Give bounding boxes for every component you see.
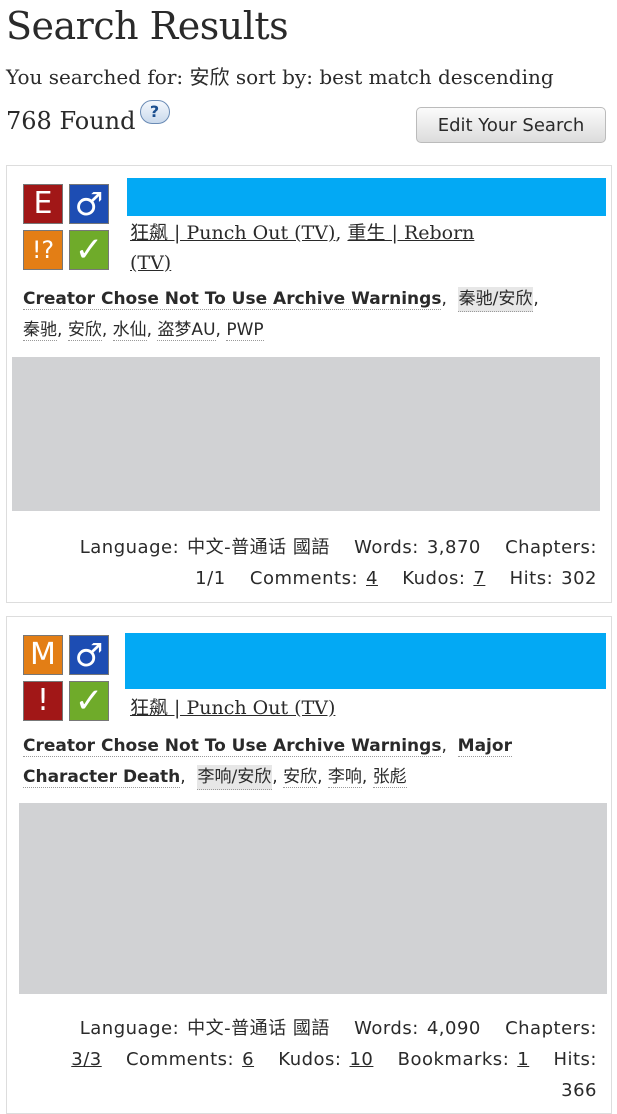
hits-value: 302 <box>561 568 597 589</box>
freeform-tag[interactable]: 秦驰 <box>23 320 57 341</box>
chapters-label: Chapters: <box>505 537 597 558</box>
bookmarks-link[interactable]: 1 <box>517 1049 529 1070</box>
fandom-list: 狂飙 | Punch Out (TV) <box>130 693 490 723</box>
kudos-link[interactable]: 10 <box>349 1049 373 1070</box>
freeform-tag[interactable]: 张彪 <box>372 767 407 788</box>
rating-mature-icon[interactable]: M <box>23 635 63 675</box>
help-icon[interactable]: ? <box>139 100 170 124</box>
complete-work-icon[interactable]: ✓ <box>69 230 109 270</box>
work-stats: Language: 中文-普通话 國語 Words: 3,870 Chapters:… <box>15 532 597 594</box>
comments-label: Comments: <box>249 568 359 589</box>
work-item: E ♂ !? ✓ 狂飙 | Punch Out (TV), 重生 | Rebor… <box>6 165 612 603</box>
language-label: Language: <box>79 537 180 558</box>
freeform-tag[interactable]: 安欣 <box>283 767 318 788</box>
warning-choose-not-icon[interactable]: !? <box>23 230 63 270</box>
freeform-tag[interactable]: 安欣 <box>67 320 102 341</box>
freeform-tag[interactable]: PWP <box>226 320 264 341</box>
rating-explicit-icon[interactable]: E <box>23 184 63 224</box>
hits-label: Hits: <box>553 1049 597 1070</box>
language-value: 中文-普通话 國語 <box>187 1018 330 1039</box>
warning-tag[interactable]: Major <box>457 736 512 757</box>
relationship-tag[interactable]: 李响/安欣 <box>196 765 273 790</box>
comments-link[interactable]: 6 <box>242 1049 254 1070</box>
freeform-tag[interactable]: 李响 <box>327 767 362 788</box>
words-value: 4,090 <box>426 1018 481 1039</box>
comments-link[interactable]: 4 <box>366 568 378 589</box>
category-mm-icon[interactable]: ♂ <box>69 184 109 224</box>
results-count: 768 Found? <box>6 100 170 135</box>
page-title: Search Results <box>6 4 289 48</box>
words-label: Words: <box>354 1018 419 1039</box>
warning-tag[interactable]: Creator Chose Not To Use Archive Warning… <box>23 736 442 757</box>
results-count-text: 768 Found <box>6 107 136 135</box>
words-label: Words: <box>354 537 419 558</box>
kudos-label: Kudos: <box>402 568 466 589</box>
bookmarks-label: Bookmarks: <box>397 1049 510 1070</box>
chapters-label: Chapters: <box>505 1018 597 1039</box>
complete-work-icon[interactable]: ✓ <box>69 681 109 721</box>
freeform-tag[interactable]: 水仙 <box>112 320 147 341</box>
warning-tag[interactable]: Character Death <box>23 767 181 788</box>
fandom-link[interactable]: (TV) <box>130 252 171 274</box>
work-title-bar[interactable] <box>127 178 606 216</box>
language-label: Language: <box>79 1018 180 1039</box>
warning-archive-icon[interactable]: ! <box>23 681 63 721</box>
work-stats: Language: 中文-普通话 國語 Words: 4,090 Chapters:… <box>15 1013 597 1106</box>
work-item: M ♂ ! ✓ 狂飙 | Punch Out (TV) Creator Chos… <box>6 616 612 1114</box>
summary-placeholder <box>19 803 607 994</box>
tag-list: Creator Chose Not To Use Archive Warning… <box>23 287 539 341</box>
chapters-link[interactable]: 3/3 <box>71 1049 101 1070</box>
category-mm-icon[interactable]: ♂ <box>69 635 109 675</box>
fandom-link[interactable]: 狂飙 | Punch Out (TV) <box>130 222 335 244</box>
kudos-label: Kudos: <box>278 1049 342 1070</box>
fandom-link[interactable]: 狂飙 | Punch Out (TV) <box>130 697 335 719</box>
hits-label: Hits: <box>509 568 554 589</box>
language-value: 中文-普通话 國語 <box>187 537 330 558</box>
tag-list: Creator Chose Not To Use Archive Warning… <box>23 731 603 793</box>
work-title-bar[interactable] <box>125 633 606 689</box>
edit-search-button[interactable]: Edit Your Search <box>416 107 606 143</box>
freeform-tag[interactable]: 盗梦AU <box>157 320 216 341</box>
fandom-link[interactable]: 重生 | Reborn <box>347 222 474 244</box>
words-value: 3,870 <box>426 537 481 558</box>
warning-tag[interactable]: Creator Chose Not To Use Archive Warning… <box>23 289 442 310</box>
chapters-value: 1/1 <box>195 568 226 589</box>
search-query-line: You searched for: 安欣 sort by: best match… <box>6 65 554 89</box>
summary-placeholder <box>12 357 600 511</box>
relationship-tag[interactable]: 秦驰/安欣 <box>457 287 534 312</box>
hits-value: 366 <box>561 1080 597 1101</box>
kudos-link[interactable]: 7 <box>473 568 485 589</box>
comments-label: Comments: <box>125 1049 235 1070</box>
fandom-list: 狂飙 | Punch Out (TV), 重生 | Reborn (TV) <box>130 222 475 274</box>
